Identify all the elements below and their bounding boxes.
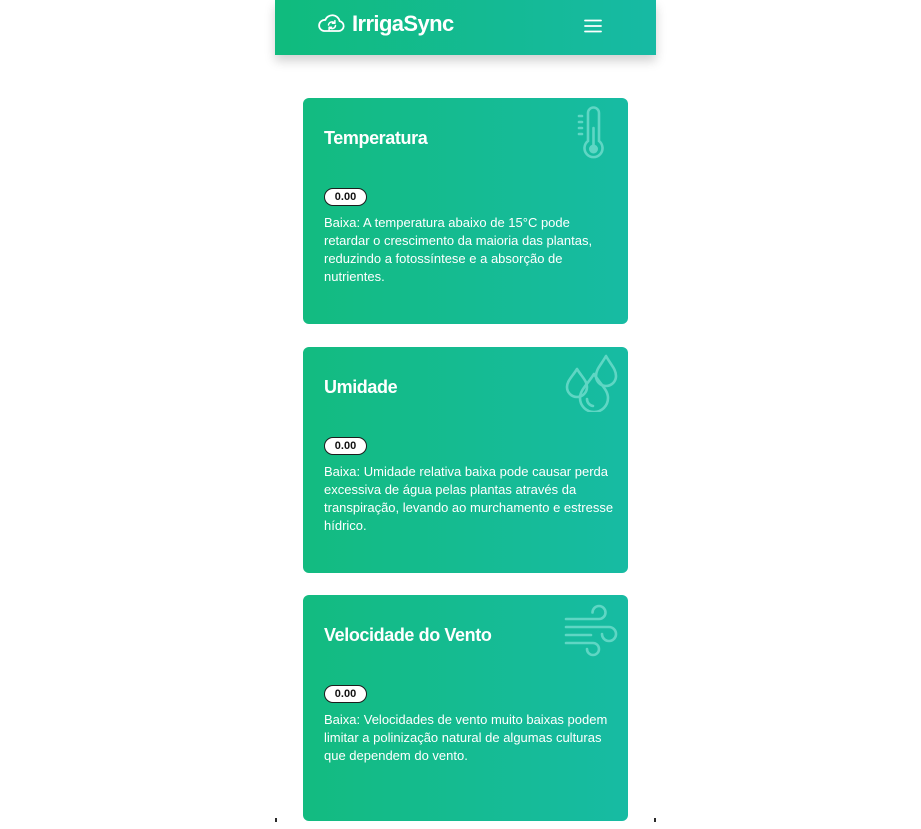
- frame-edge-left: [275, 818, 277, 822]
- value-badge: 0.00: [324, 685, 367, 703]
- value-badge: 0.00: [324, 188, 367, 206]
- water-drops-icon: [565, 354, 618, 412]
- value-badge: 0.00: [324, 437, 367, 455]
- card-description: Baixa: Velocidades de vento muito baixas…: [324, 712, 608, 763]
- card-temperatura: Temperatura 0.00 Baixa: A temperatura ab…: [303, 98, 628, 324]
- brand-name: IrrigaSync: [352, 11, 454, 36]
- brand-logo[interactable]: IrrigaSync: [316, 11, 454, 37]
- hamburger-menu-icon: [584, 19, 602, 33]
- top-header: IrrigaSync: [275, 0, 656, 55]
- card-umidade: Umidade 0.00 Baixa: Umidade relativa bai…: [303, 347, 628, 573]
- card-title: Velocidade do Vento: [324, 625, 492, 645]
- card-description: Baixa: A temperatura abaixo de 15°C pode…: [324, 215, 593, 284]
- cloud-sync-icon: [318, 14, 345, 32]
- frame-edge-right: [654, 818, 656, 822]
- card-title: Umidade: [324, 377, 398, 397]
- app-container: IrrigaSync Temperatura 0.00 Baixa: A tem…: [275, 0, 656, 822]
- thermometer-icon: [577, 106, 604, 159]
- card-velocidade-vento: Velocidade do Vento 0.00 Baixa: Velocida…: [303, 595, 628, 821]
- card-title: Temperatura: [324, 128, 428, 148]
- card-description: Baixa: Umidade relativa baixa pode causa…: [324, 464, 614, 533]
- menu-button[interactable]: [580, 14, 606, 38]
- wind-icon: [564, 604, 618, 657]
